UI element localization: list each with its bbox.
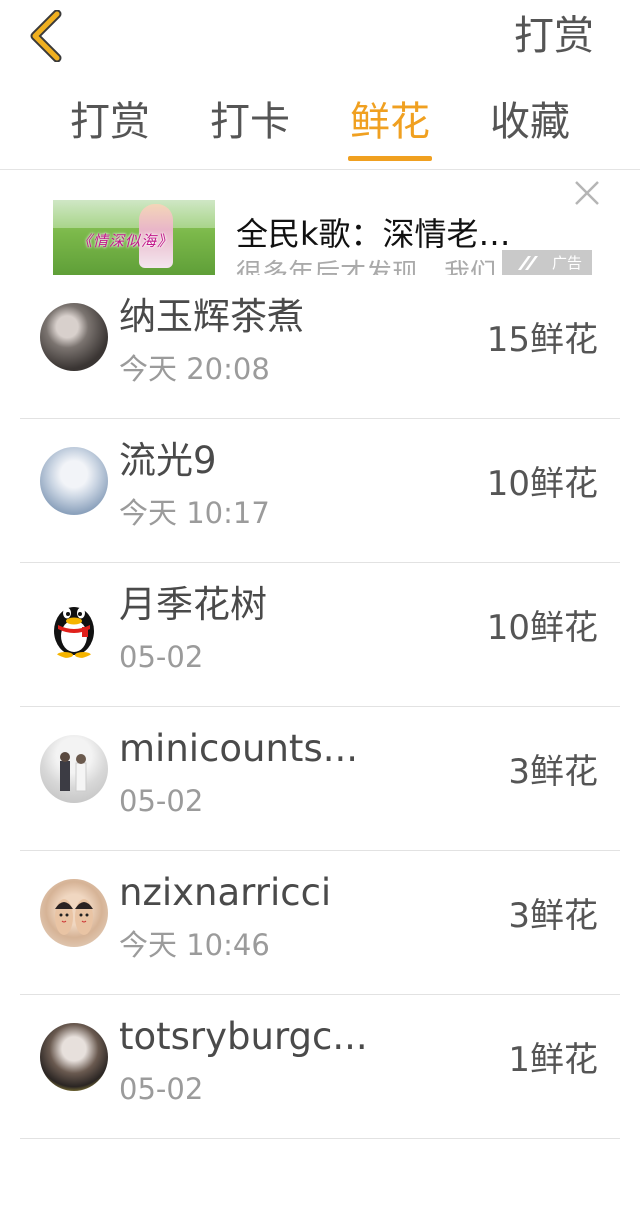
ad-mark-icon (518, 256, 538, 270)
couple-photo (60, 752, 87, 792)
penguin-icon (54, 607, 94, 658)
user-name: 纳玉辉茶煮 (119, 295, 304, 338)
avatar[interactable] (40, 735, 108, 803)
user-name: 月季花树 (119, 583, 267, 626)
tab-reward[interactable]: 打赏 (40, 86, 180, 170)
list-item[interactable]: 纳玉辉茶煮 今天 20:08 15鲜花 (0, 275, 640, 419)
flower-count: 10鲜花 (486, 608, 598, 648)
active-tab-indicator (348, 156, 432, 161)
user-name: totsryburgc... (119, 1015, 368, 1058)
reward-action-button[interactable]: 打赏 (514, 10, 594, 62)
flower-list: 纳玉辉茶煮 今天 20:08 15鲜花 流光9 今天 10:17 10鲜花 月季… (0, 275, 640, 1139)
ad-thumbnail[interactable]: 《情深似海》 (53, 200, 215, 275)
timestamp: 05-02 (119, 1072, 204, 1106)
ad-badge-label: 广告 (551, 254, 582, 272)
chevron-left-icon (30, 10, 62, 62)
flower-count: 3鲜花 (508, 752, 598, 792)
ad-title[interactable]: 全民k歌：深情老… (236, 209, 511, 255)
list-item[interactable]: minicounts... 05-02 3鲜花 (0, 707, 640, 851)
flower-count: 10鲜花 (486, 464, 598, 504)
back-button[interactable] (22, 8, 72, 64)
flower-count: 15鲜花 (486, 320, 598, 360)
tab-bar: 打赏 打卡 鲜花 收藏 (0, 86, 640, 170)
divider (20, 1138, 620, 1139)
user-name: 流光9 (119, 439, 217, 482)
user-name: nzixnarricci (119, 871, 332, 914)
top-bar: 打赏 (0, 0, 640, 74)
flower-count: 1鲜花 (508, 1040, 598, 1080)
list-item[interactable]: nzixnarricci 今天 10:46 3鲜花 (0, 851, 640, 995)
ad-banner[interactable]: 《情深似海》 全民k歌：深情老… 很多年后才发现，我们 广告 (0, 171, 640, 275)
avatar[interactable] (40, 879, 108, 947)
timestamp: 今天 10:17 (119, 496, 270, 530)
ad-badge: 广告 (502, 250, 592, 275)
timestamp: 今天 10:46 (119, 928, 270, 962)
timestamp: 今天 20:08 (119, 352, 270, 386)
timestamp: 05-02 (119, 784, 204, 818)
avatar[interactable] (40, 447, 108, 515)
ad-subtitle: 很多年后才发现，我们 (236, 259, 497, 275)
list-item[interactable]: 流光9 今天 10:17 10鲜花 (0, 419, 640, 563)
close-icon[interactable] (570, 176, 604, 210)
finger-faces-photo (55, 899, 93, 935)
avatar[interactable] (40, 303, 108, 371)
tab-favorites[interactable]: 收藏 (460, 86, 600, 170)
list-item[interactable]: totsryburgc... 05-02 1鲜花 (0, 995, 640, 1139)
tab-checkin[interactable]: 打卡 (180, 86, 320, 170)
user-name: minicounts... (119, 727, 359, 770)
list-item[interactable]: 月季花树 05-02 10鲜花 (0, 563, 640, 707)
flower-count: 3鲜花 (508, 896, 598, 936)
ad-thumbnail-text: 《情深似海》 (77, 232, 174, 250)
timestamp: 05-02 (119, 640, 204, 674)
avatar[interactable] (40, 1023, 108, 1091)
avatar[interactable] (40, 591, 108, 659)
